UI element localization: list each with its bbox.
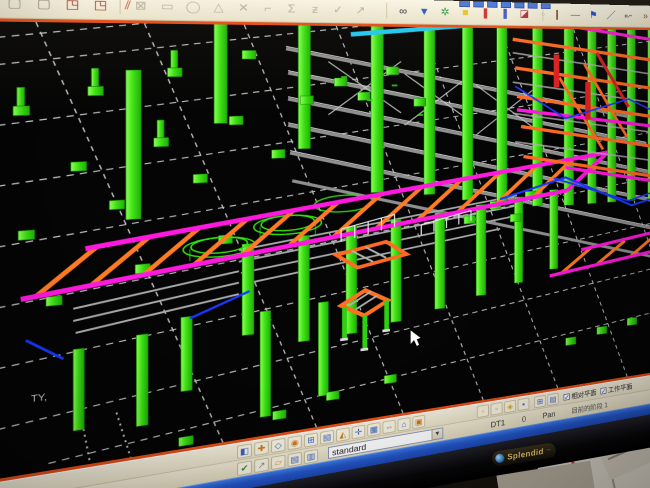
plate-tool-icon[interactable]: ◳ <box>61 0 83 14</box>
corner-tool-icon[interactable]: ⌐ <box>258 0 277 17</box>
toolbar-left-group: ▢▢◳◳⫽ <box>3 0 139 15</box>
snap-blue-icon[interactable]: ▪ <box>518 397 530 411</box>
weld-double-icon[interactable]: » <box>639 9 650 23</box>
snap-yellow-3-icon[interactable]: ◈ <box>504 400 516 414</box>
cut-toolbar-icon-4[interactable] <box>501 2 511 8</box>
checkbox-checked-icon[interactable]: ✓ <box>563 393 569 401</box>
toolbar-weld-group: ❙―⚑／↜»❙ <box>542 6 650 23</box>
sigma-tool-icon[interactable]: Σ <box>282 0 300 17</box>
cut-toolbar-icon-3[interactable] <box>487 2 497 8</box>
cut-toolbar-icon-5[interactable] <box>514 2 524 8</box>
binoculars-icon[interactable]: ∞ <box>395 3 412 19</box>
status-count: 0 <box>522 415 526 425</box>
origin-label: TY, <box>31 392 47 405</box>
plate-tool-2-icon[interactable]: ◳ <box>90 0 112 14</box>
crossed-box-tool-icon[interactable]: ⊠ <box>130 0 151 15</box>
plane-grid-icon[interactable]: ⊞ <box>534 395 545 409</box>
snap-home-icon[interactable]: ⌂ <box>398 417 411 432</box>
snap-cross-icon[interactable]: ✛ <box>352 425 366 440</box>
filter-funnel-icon[interactable]: ▼ <box>416 3 432 19</box>
rect-tool-icon[interactable]: ▭ <box>157 0 178 15</box>
sparkle-icon[interactable]: ✲ <box>437 4 453 20</box>
cut-toolbar-icon-2[interactable] <box>473 1 483 7</box>
cross-tool-icon[interactable]: ✕ <box>234 0 253 16</box>
snap-yellow-2-icon[interactable]: ▫ <box>491 402 503 416</box>
zigzag-tool-icon[interactable]: ƶ <box>306 1 324 18</box>
photo-of-monitor: Splendid ~ ASUS ▢▢◳◳⫽ ⊠▭◯△✕⌐Σƶ✓↗ ∞▼✲■❚❚◪… <box>0 0 650 488</box>
sticker-red-mark: ~ <box>546 447 551 455</box>
cad-application-window: ▢▢◳◳⫽ ⊠▭◯△✕⌐Σƶ✓↗ ∞▼✲■❚❚◪▫ ❙―⚑／↜»❙ <box>0 0 650 488</box>
mouse-cursor <box>410 328 421 347</box>
checkbox-checked-icon-2[interactable]: ✓ <box>600 387 606 394</box>
weld-flag-icon[interactable]: ⚑ <box>586 7 600 22</box>
snap-extend-icon[interactable]: ⇔ <box>382 420 395 435</box>
cut-toolbar-icon-7[interactable] <box>541 3 551 9</box>
status-mode: Pan <box>542 410 555 421</box>
cut-toolbar-icon-1[interactable] <box>459 1 470 7</box>
snap-dot-icon[interactable]: ◉ <box>288 435 302 450</box>
tool-partial-2-icon[interactable]: ▢ <box>32 0 55 13</box>
snap-corner-icon[interactable]: ◭ <box>336 427 350 442</box>
cut-toolbar-icon-6[interactable] <box>528 3 538 9</box>
plane-save-icon[interactable]: ▤ <box>547 393 558 406</box>
circle-tool-icon[interactable]: ◯ <box>183 0 203 16</box>
toolbar-draw-group: ⊠ ▭ ◯ △ ✕ ⌐ Σƶ ✓ ↗ <box>120 0 370 18</box>
arrow-tool-icon[interactable]: ↗ <box>352 2 369 19</box>
weld-dash-icon[interactable]: ― <box>568 7 582 22</box>
snap-mesh-icon[interactable]: ▦ <box>367 422 380 437</box>
tool-partial-1-icon[interactable]: ▢ <box>3 0 26 13</box>
check-tool-icon[interactable]: ✓ <box>329 1 347 18</box>
chevron-down-icon[interactable]: ▼ <box>432 428 443 439</box>
status-dt: DT1 <box>491 418 505 430</box>
triangle-tool-icon[interactable]: △ <box>209 0 229 16</box>
snap-solid-icon[interactable]: ▣ <box>412 415 425 429</box>
weld-bar-icon[interactable]: ❙ <box>550 7 564 22</box>
part-label-s: S <box>294 22 302 24</box>
snap-yellow-1-icon[interactable]: ▫ <box>477 404 489 418</box>
weld-slash-icon[interactable]: ／ <box>604 8 618 23</box>
sticker-label: Splendid <box>507 447 545 462</box>
weld-arrow-icon[interactable]: ↜ <box>622 8 635 23</box>
sticker-logo-icon <box>495 453 505 463</box>
